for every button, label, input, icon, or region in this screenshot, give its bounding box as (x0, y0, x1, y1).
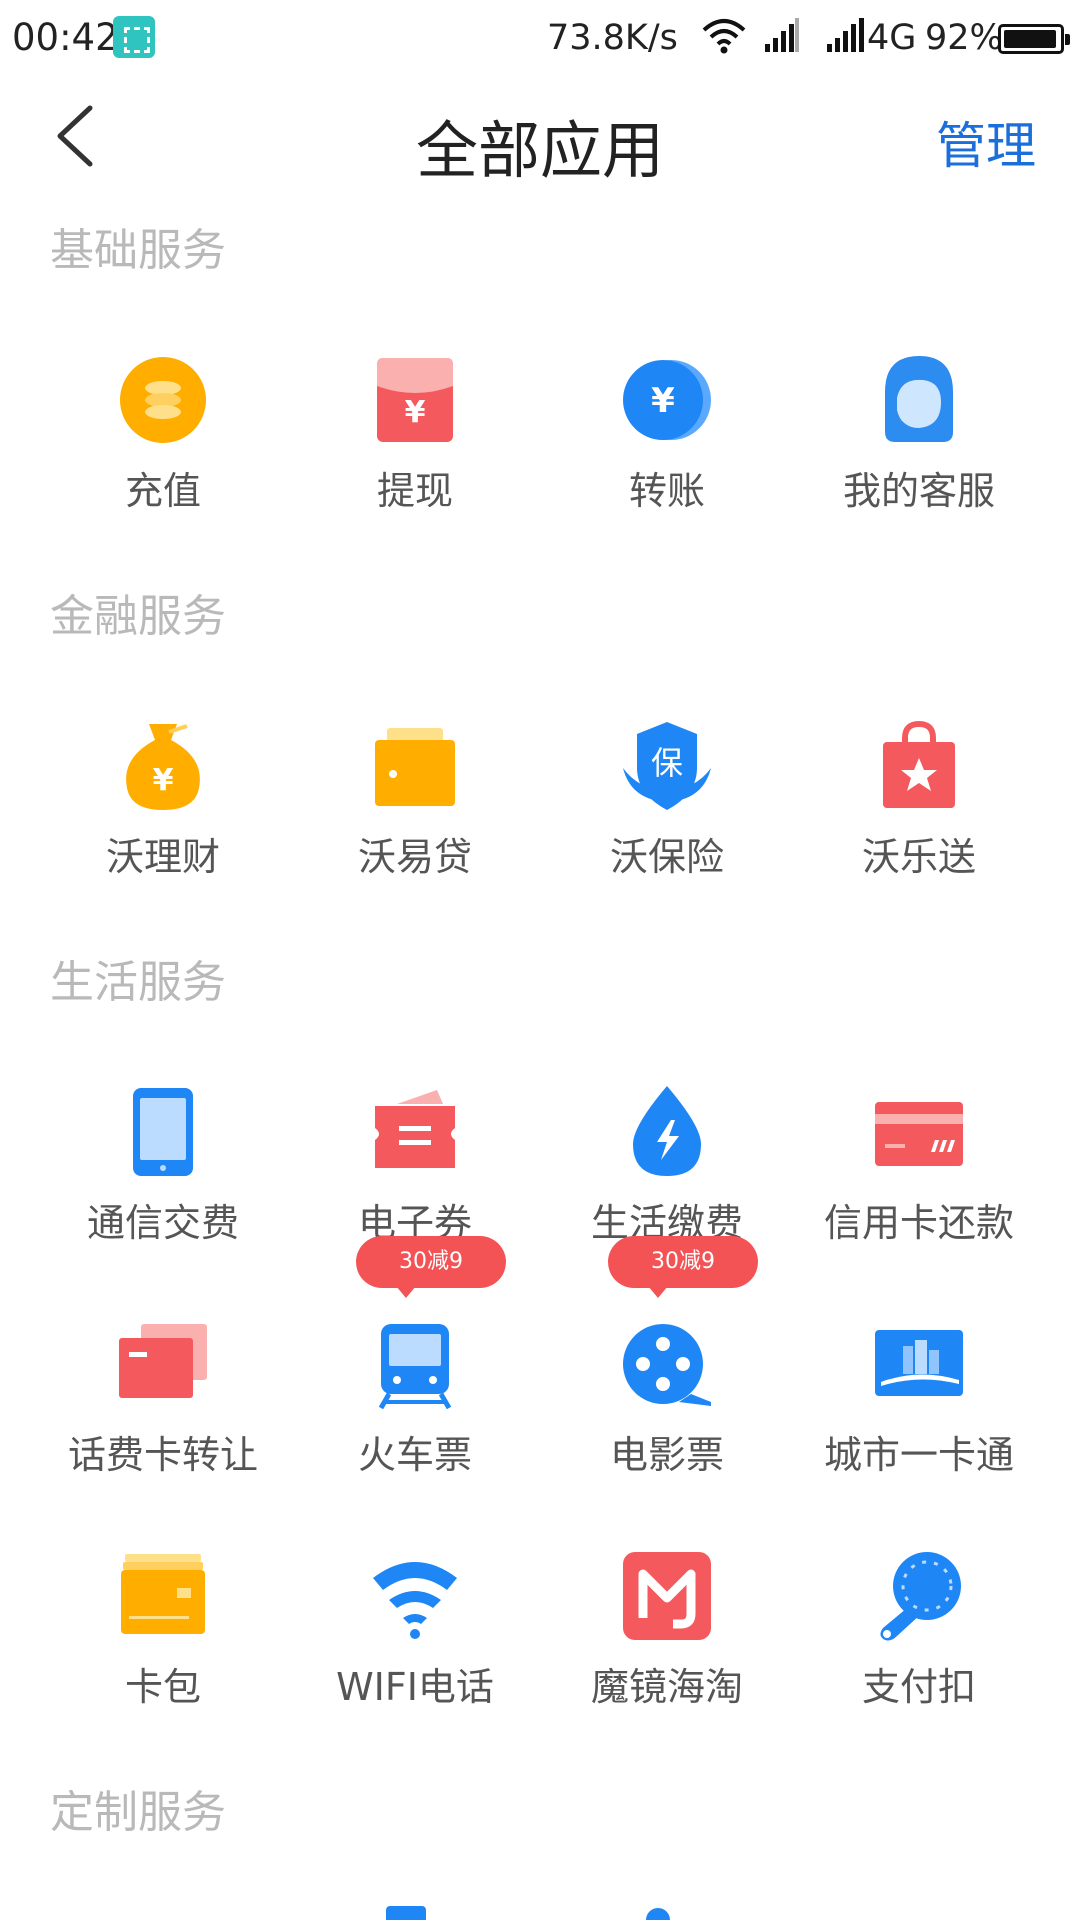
app-label: 魔镜海淘 (590, 1665, 743, 1709)
mojing-logo-icon (623, 1552, 711, 1640)
app-recharge[interactable]: 充值 (28, 352, 298, 552)
screenshot-icon (113, 16, 155, 58)
svg-text:¥: ¥ (405, 395, 426, 430)
pay-key-icon (880, 1552, 961, 1641)
app-label: 城市一卡通 (823, 1433, 1014, 1477)
partial-app-icon-2 (646, 1908, 670, 1920)
customer-service-icon (885, 356, 953, 442)
promo-badge: 30减9 (356, 1236, 506, 1298)
app-credit-card-repay[interactable]: 信用卡还款 (784, 1084, 1054, 1284)
app-customer-service[interactable]: 我的客服 (784, 352, 1054, 552)
app-label: 卡包 (124, 1665, 201, 1709)
app-label: 电影票 (609, 1433, 724, 1477)
app-label: 转账 (628, 469, 705, 513)
wallet-icon (375, 728, 455, 806)
section-title-custom: 定制服务 (50, 1787, 226, 1838)
section-title-life: 生活服务 (50, 957, 226, 1008)
card-transfer-icon (119, 1324, 207, 1398)
app-train-ticket[interactable]: 30减9 火车票 (280, 1236, 550, 1516)
app-label: 沃理财 (105, 835, 220, 879)
app-label: 沃保险 (609, 835, 724, 879)
status-time: 00:42 (12, 16, 119, 59)
city-card-icon (875, 1330, 963, 1396)
app-label: 我的客服 (842, 469, 995, 513)
app-label: 沃乐送 (861, 835, 976, 879)
signal-icon-2 (827, 18, 864, 52)
battery-percent: 92% (925, 18, 1003, 58)
section-title-basic: 基础服务 (50, 225, 226, 276)
app-card-holder[interactable]: 卡包 (28, 1548, 298, 1748)
yuan-coin-icon: ¥ (623, 360, 711, 440)
phone-icon (133, 1088, 193, 1176)
app-wo-baoxian[interactable]: 保 沃保险 (532, 718, 802, 918)
app-label: 信用卡还款 (823, 1201, 1014, 1245)
app-card-transfer[interactable]: 话费卡转让 (28, 1316, 298, 1516)
header: 全部应用 管理 (0, 76, 1080, 196)
signal-icon (765, 18, 799, 52)
coin-stack-icon (120, 357, 206, 443)
app-label: 充值 (124, 469, 201, 513)
promo-badge: 30减9 (608, 1236, 758, 1298)
svg-text:保: 保 (651, 744, 683, 782)
app-telecom-payment[interactable]: 通信交费 (28, 1084, 298, 1284)
svg-text:¥: ¥ (153, 763, 174, 798)
money-bag-icon: ¥ (126, 724, 200, 810)
partial-app-icon (386, 1906, 426, 1920)
page-title: 全部应用 (415, 114, 664, 187)
app-city-card[interactable]: 城市一卡通 (784, 1316, 1054, 1516)
credit-card-icon (875, 1102, 963, 1166)
app-wo-licai[interactable]: ¥ 沃理财 (28, 718, 298, 918)
app-label: 火车票 (357, 1433, 472, 1477)
app-wo-yidai[interactable]: 沃易贷 (280, 718, 550, 918)
wifi-phone-icon (373, 1562, 457, 1639)
water-drop-icon (633, 1086, 701, 1176)
shopping-bag-icon (883, 720, 955, 808)
card-holder-icon (121, 1554, 205, 1634)
battery-icon (998, 24, 1070, 54)
coupon-icon (375, 1090, 455, 1168)
red-envelope-icon: ¥ (377, 358, 453, 442)
app-transfer[interactable]: ¥ 转账 (532, 352, 802, 552)
app-withdraw[interactable]: ¥ 提现 (280, 352, 550, 552)
app-label: 提现 (376, 469, 453, 513)
network-type: 4G (867, 18, 917, 58)
app-pay-key[interactable]: 支付扣 (784, 1548, 1054, 1748)
app-wifi-phone[interactable]: WIFI电话 (280, 1548, 550, 1748)
app-label: 沃易贷 (357, 835, 472, 879)
insurance-shield-icon: 保 (623, 722, 711, 810)
status-bar: 00:42 73.8K/s 4G 92% (0, 0, 1080, 76)
app-movie-ticket[interactable]: 30减9 电影票 (532, 1236, 802, 1516)
app-label: 通信交费 (86, 1201, 239, 1245)
svg-text:¥: ¥ (651, 381, 675, 421)
film-reel-icon (623, 1324, 711, 1406)
app-label: 话费卡转让 (67, 1433, 258, 1477)
status-speed: 73.8K/s (547, 18, 678, 58)
app-label: 支付扣 (861, 1665, 976, 1709)
section-title-finance: 金融服务 (50, 591, 226, 642)
train-icon (378, 1324, 452, 1410)
manage-button[interactable]: 管理 (936, 106, 1036, 178)
wifi-icon (702, 19, 746, 54)
app-mojing-haitao[interactable]: 魔镜海淘 (532, 1548, 802, 1748)
app-label: WIFI电话 (336, 1665, 494, 1709)
app-wo-lesong[interactable]: 沃乐送 (784, 718, 1054, 918)
